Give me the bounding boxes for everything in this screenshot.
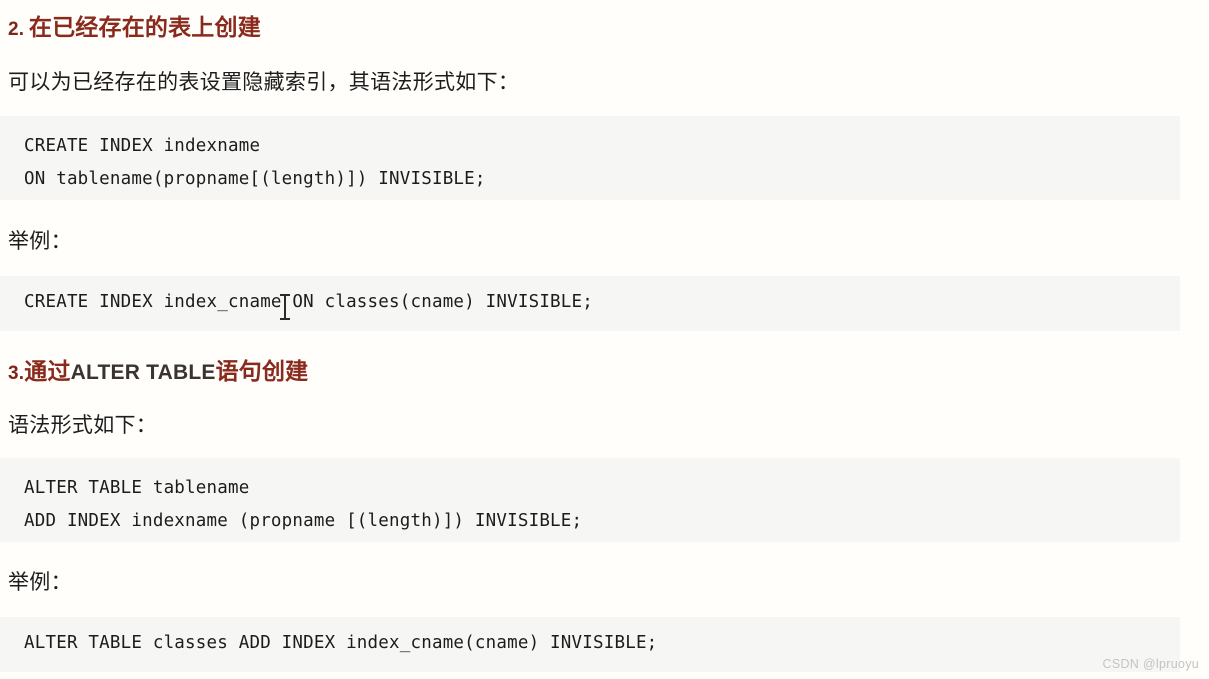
section-title-2: 在已经存在的表上创建 <box>28 14 261 40</box>
section-2-intro-paragraph: 可以为已经存在的表设置隐藏索引，其语法形式如下： <box>8 71 520 94</box>
section-3-intro-paragraph: 语法形式如下： <box>8 414 158 437</box>
code-block-alter-table-example[interactable]: ALTER TABLE classes ADD INDEX index_cnam… <box>0 617 1180 672</box>
section-number-3: 3. <box>8 363 25 384</box>
code-block-create-index-example[interactable]: CREATE INDEX index_cname ON classes(cnam… <box>0 276 1180 331</box>
text-cursor-icon <box>280 294 290 320</box>
code-line: ALTER TABLE classes ADD INDEX index_cnam… <box>24 633 658 653</box>
section-title-3-latin: ALTER TABLE <box>70 361 216 384</box>
code-line: ADD INDEX indexname (propname [(length)]… <box>24 511 583 531</box>
section-title-3-post: 语句创建 <box>215 358 309 384</box>
document-page: 2. 在已经存在的表上创建 可以为已经存在的表设置隐藏索引，其语法形式如下： C… <box>0 0 1209 679</box>
code-line: ALTER TABLE tablename <box>24 478 250 498</box>
section-3-example-label: 举例： <box>8 571 72 594</box>
section-heading-2: 2. 在已经存在的表上创建 <box>8 8 261 42</box>
code-line: ON tablename(propname[(length)]) INVISIB… <box>24 169 486 189</box>
code-line: CREATE INDEX index_cname ON classes(cnam… <box>24 292 594 312</box>
code-block-create-index-syntax[interactable]: CREATE INDEX indexname ON tablename(prop… <box>0 116 1180 200</box>
code-block-alter-table-syntax[interactable]: ALTER TABLE tablename ADD INDEX indexnam… <box>0 458 1180 542</box>
section-title-3-pre: 通过 <box>24 358 71 384</box>
section-heading-3: 3.通过ALTER TABLE语句创建 <box>8 352 308 386</box>
code-line: CREATE INDEX indexname <box>24 136 261 156</box>
section-2-example-label: 举例： <box>8 230 72 253</box>
watermark-label: CSDN @lpruoyu <box>1102 657 1199 671</box>
section-number-2: 2. <box>8 19 25 40</box>
